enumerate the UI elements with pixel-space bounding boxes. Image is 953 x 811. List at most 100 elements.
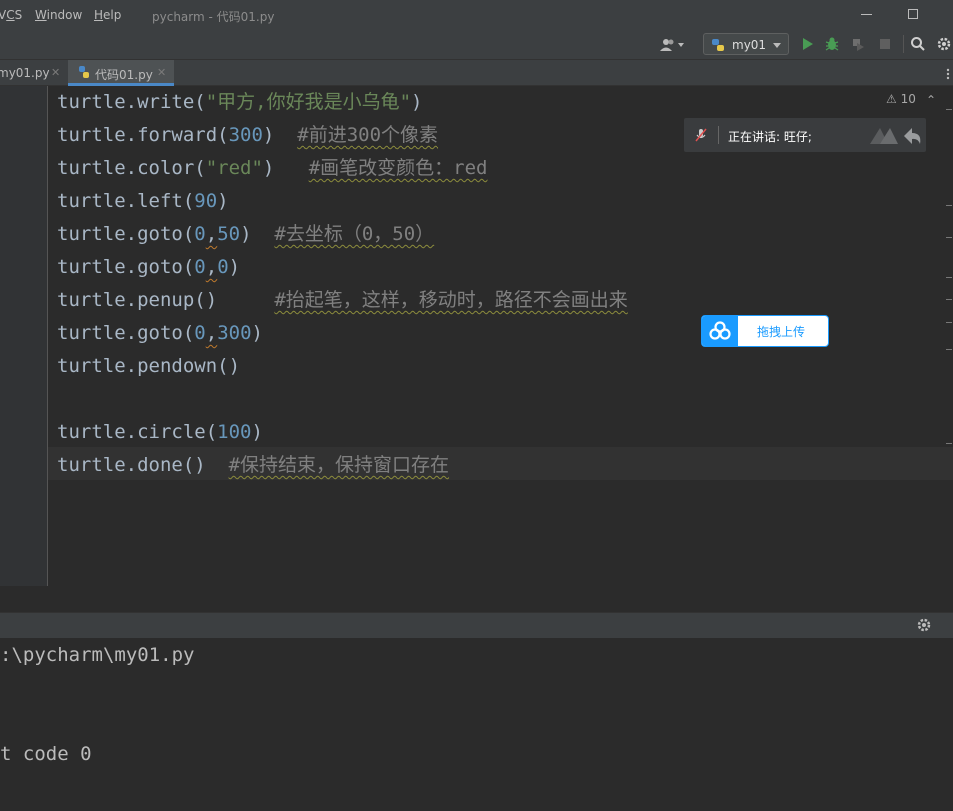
warning-count: 10 xyxy=(900,92,916,106)
code-token: ) xyxy=(228,256,241,278)
code-number: 50 xyxy=(217,223,241,245)
code-token: ) xyxy=(262,157,309,179)
close-icon[interactable]: ✕ xyxy=(51,66,60,79)
code-line: turtle.pendown() xyxy=(57,350,240,383)
microphone-muted-icon[interactable] xyxy=(694,128,708,142)
code-token: turtle.forward( xyxy=(57,124,229,146)
tab-my01-py[interactable]: my01.py ✕ xyxy=(0,60,66,86)
stop-icon[interactable] xyxy=(877,36,893,52)
search-icon[interactable] xyxy=(910,36,926,52)
code-line: turtle.goto(0,50) #去坐标（0，50） xyxy=(57,218,434,251)
code-line: turtle.color("red") #画笔改变颜色：red xyxy=(57,152,487,185)
code-line: turtle.goto(0,0) xyxy=(57,251,240,284)
code-token: , xyxy=(205,223,218,245)
cloud-icon xyxy=(709,321,731,340)
voice-call-bar[interactable]: 正在讲话: 旺仔; xyxy=(684,118,926,152)
toolbar-separator xyxy=(903,35,904,53)
code-token: turtle.color( xyxy=(57,157,206,179)
code-token: , xyxy=(205,256,218,278)
window-title: pycharm - 代码01.py xyxy=(152,10,275,24)
code-number: 0 xyxy=(194,223,206,245)
maximize-icon[interactable] xyxy=(908,9,918,19)
scroll-marker xyxy=(946,205,952,206)
gear-icon[interactable] xyxy=(916,617,932,633)
scroll-marker xyxy=(946,299,952,300)
scroll-marker xyxy=(946,237,952,238)
code-number: 100 xyxy=(217,421,252,443)
run-icon[interactable] xyxy=(799,36,815,52)
code-token: turtle.circle( xyxy=(57,421,218,443)
user-icon[interactable] xyxy=(660,38,686,52)
code-line: turtle.penup() #抬起笔，这样，移动时，路径不会画出来 xyxy=(57,284,628,317)
code-line: turtle.write("甲方,你好我是小乌龟") xyxy=(57,86,423,119)
python-file-icon xyxy=(79,66,89,78)
scroll-marker xyxy=(946,322,952,323)
title-bar: VCS Window Help pycharm - 代码01.py xyxy=(0,0,953,30)
code-comment: #前进300个像素 xyxy=(297,124,439,146)
return-arrow-icon[interactable] xyxy=(870,124,922,146)
drag-upload-button[interactable]: 拖拽上传 xyxy=(701,315,829,347)
chevron-up-icon[interactable]: ⌃ xyxy=(926,93,936,107)
code-token: turtle.left( xyxy=(57,190,195,212)
chevron-down-icon xyxy=(773,43,781,48)
code-token: turtle.goto( xyxy=(57,223,195,245)
divider xyxy=(718,126,719,144)
run-console[interactable]: :\pycharm\my01.py t code 0 xyxy=(0,638,953,811)
code-comment: #去坐标（0，50） xyxy=(274,223,435,245)
code-token: ) xyxy=(251,421,263,443)
coverage-icon[interactable] xyxy=(850,36,866,52)
code-number: 300 xyxy=(228,124,263,146)
run-tool-window-header xyxy=(0,613,953,638)
code-number: 300 xyxy=(217,322,252,344)
code-token: turtle.penup() xyxy=(57,289,275,311)
code-token: ) xyxy=(411,91,423,113)
run-configuration-label: my01 xyxy=(732,38,767,52)
editor-tab-bar: my01.py ✕ 代码01.py ✕ xyxy=(0,60,953,86)
code-number: 0 xyxy=(217,256,229,278)
settings-icon[interactable] xyxy=(936,36,952,52)
code-number: 0 xyxy=(194,322,206,344)
editor-gutter xyxy=(0,86,48,586)
menu-help[interactable]: Help xyxy=(94,8,121,22)
speaking-status: 正在讲话: 旺仔; xyxy=(728,130,812,144)
debug-icon[interactable] xyxy=(824,36,840,52)
tab-label: 代码01.py xyxy=(95,68,153,82)
code-string: "red" xyxy=(205,157,263,179)
code-line: turtle.left(90) xyxy=(57,185,229,218)
code-comment: #画笔改变颜色：red xyxy=(308,157,488,179)
warning-icon: ⚠ xyxy=(886,92,897,106)
close-icon[interactable]: ✕ xyxy=(157,66,166,79)
code-token: ) xyxy=(240,223,275,245)
scroll-marker xyxy=(946,349,952,350)
menu-window[interactable]: Window xyxy=(35,8,82,22)
code-line: turtle.goto(0,300) xyxy=(57,317,263,350)
run-configuration-select[interactable]: my01 xyxy=(703,33,789,55)
code-line: turtle.forward(300) #前进300个像素 xyxy=(57,119,438,152)
code-token: ) xyxy=(251,322,263,344)
code-token: ) xyxy=(217,190,229,212)
scroll-marker xyxy=(946,443,952,444)
minimize-icon[interactable] xyxy=(861,14,872,15)
upload-label: 拖拽上传 xyxy=(757,325,806,339)
code-token: turtle.goto( xyxy=(57,322,195,344)
tab-label: my01.py xyxy=(0,66,50,80)
code-line: turtle.circle(100) xyxy=(57,416,263,449)
more-icon[interactable] xyxy=(946,68,950,80)
inspection-widget[interactable]: ⚠ 10 xyxy=(886,92,916,106)
console-line: t code 0 xyxy=(0,743,92,765)
code-number: 90 xyxy=(194,190,218,212)
cloud-icon-box xyxy=(702,316,738,346)
code-string: "甲方,你好我是小乌龟" xyxy=(205,91,412,113)
code-number: 0 xyxy=(194,256,206,278)
console-line: :\pycharm\my01.py xyxy=(0,644,195,666)
scroll-marker xyxy=(946,277,952,278)
code-line: turtle.done() #保持结束，保持窗口存在 xyxy=(57,449,449,482)
code-token: turtle.write( xyxy=(57,91,206,113)
editor-bottom-margin xyxy=(0,586,953,613)
code-token: turtle.done() xyxy=(57,454,229,476)
tab-daima01-py[interactable]: 代码01.py ✕ xyxy=(68,60,174,86)
code-comment: #抬起笔，这样，移动时，路径不会画出来 xyxy=(274,289,628,311)
scroll-marker xyxy=(946,109,952,110)
menu-vcs[interactable]: VCS xyxy=(0,8,22,22)
code-token: turtle.goto( xyxy=(57,256,195,278)
